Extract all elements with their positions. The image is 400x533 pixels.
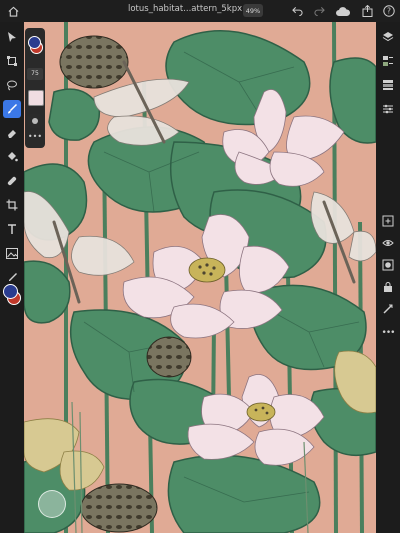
flyout-more-icon[interactable]: ••• xyxy=(27,133,43,142)
layer-thumbnails-button[interactable] xyxy=(379,52,397,70)
tool-select[interactable] xyxy=(3,28,21,46)
zoom-level[interactable]: 49% xyxy=(243,4,263,17)
svg-text:?: ? xyxy=(387,7,391,16)
lotus-pattern-artwork xyxy=(24,22,376,533)
top-bar: lotus_habitat...attern_5kpx (2) 49% ? xyxy=(0,0,400,22)
right-toolbar: ••• xyxy=(376,22,400,533)
brush-size-value[interactable]: 75 xyxy=(27,68,43,80)
help-icon[interactable]: ? xyxy=(382,4,396,18)
home-icon[interactable] xyxy=(6,4,20,18)
tool-lasso[interactable] xyxy=(3,76,21,94)
document-title[interactable]: lotus_habitat...attern_5kpx (2) xyxy=(128,4,257,14)
add-layer-icon xyxy=(382,215,394,227)
brush-icon xyxy=(8,103,18,114)
lock-icon xyxy=(384,282,392,292)
brush-settings-flyout: 75 ••• xyxy=(25,28,45,148)
share-icon[interactable] xyxy=(360,4,374,18)
lasso-icon xyxy=(7,80,17,91)
layer-stack-icon xyxy=(383,80,393,90)
add-layer-button[interactable] xyxy=(379,212,397,230)
visibility-button[interactable] xyxy=(379,234,397,252)
cloud-icon[interactable] xyxy=(335,4,351,18)
canvas[interactable] xyxy=(24,22,376,533)
undo-icon[interactable] xyxy=(290,4,304,18)
brush-color-swatches[interactable] xyxy=(28,36,43,54)
eraser-icon xyxy=(8,130,16,138)
brush-tip-preview[interactable] xyxy=(28,114,42,128)
paint-bucket-icon xyxy=(8,152,18,162)
color-swatches[interactable] xyxy=(3,284,21,306)
tool-eraser[interactable] xyxy=(3,124,21,142)
tool-place-image[interactable] xyxy=(3,244,21,262)
layer-thumbnails-icon xyxy=(383,56,393,66)
crop-icon xyxy=(6,199,18,211)
tool-healing[interactable] xyxy=(3,172,21,190)
tool-fill[interactable] xyxy=(3,148,21,166)
layers-icon xyxy=(382,32,394,42)
tool-transform[interactable] xyxy=(3,52,21,70)
mask-button[interactable] xyxy=(379,256,397,274)
lock-button[interactable] xyxy=(379,278,397,296)
image-icon xyxy=(6,247,18,259)
tool-crop[interactable] xyxy=(3,196,21,214)
eyedropper-icon xyxy=(9,273,17,281)
brush-tip-dot xyxy=(32,118,38,124)
bandage-icon xyxy=(7,176,17,186)
mask-icon xyxy=(382,259,394,271)
left-toolbar xyxy=(0,22,24,533)
type-icon xyxy=(8,224,16,234)
tool-type[interactable] xyxy=(3,220,21,238)
tool-brush[interactable] xyxy=(3,100,21,118)
foreground-color-swatch[interactable] xyxy=(3,284,18,299)
brush-fg-swatch[interactable] xyxy=(28,36,41,49)
redo-icon[interactable] xyxy=(312,4,326,18)
adjustments-icon xyxy=(383,304,393,314)
eye-icon xyxy=(382,240,394,246)
transform-icon xyxy=(7,56,17,66)
layer-stack-button[interactable] xyxy=(379,76,397,94)
brush-color-preview[interactable] xyxy=(28,90,44,106)
properties-button[interactable] xyxy=(379,100,397,118)
touch-shortcut-button[interactable] xyxy=(38,490,66,518)
more-button[interactable]: ••• xyxy=(379,324,397,342)
arrow-pointer-icon xyxy=(8,32,16,42)
sliders-icon xyxy=(383,104,393,114)
adjustments-button[interactable] xyxy=(379,300,397,318)
more-icon: ••• xyxy=(381,328,396,338)
layers-button[interactable] xyxy=(379,28,397,46)
